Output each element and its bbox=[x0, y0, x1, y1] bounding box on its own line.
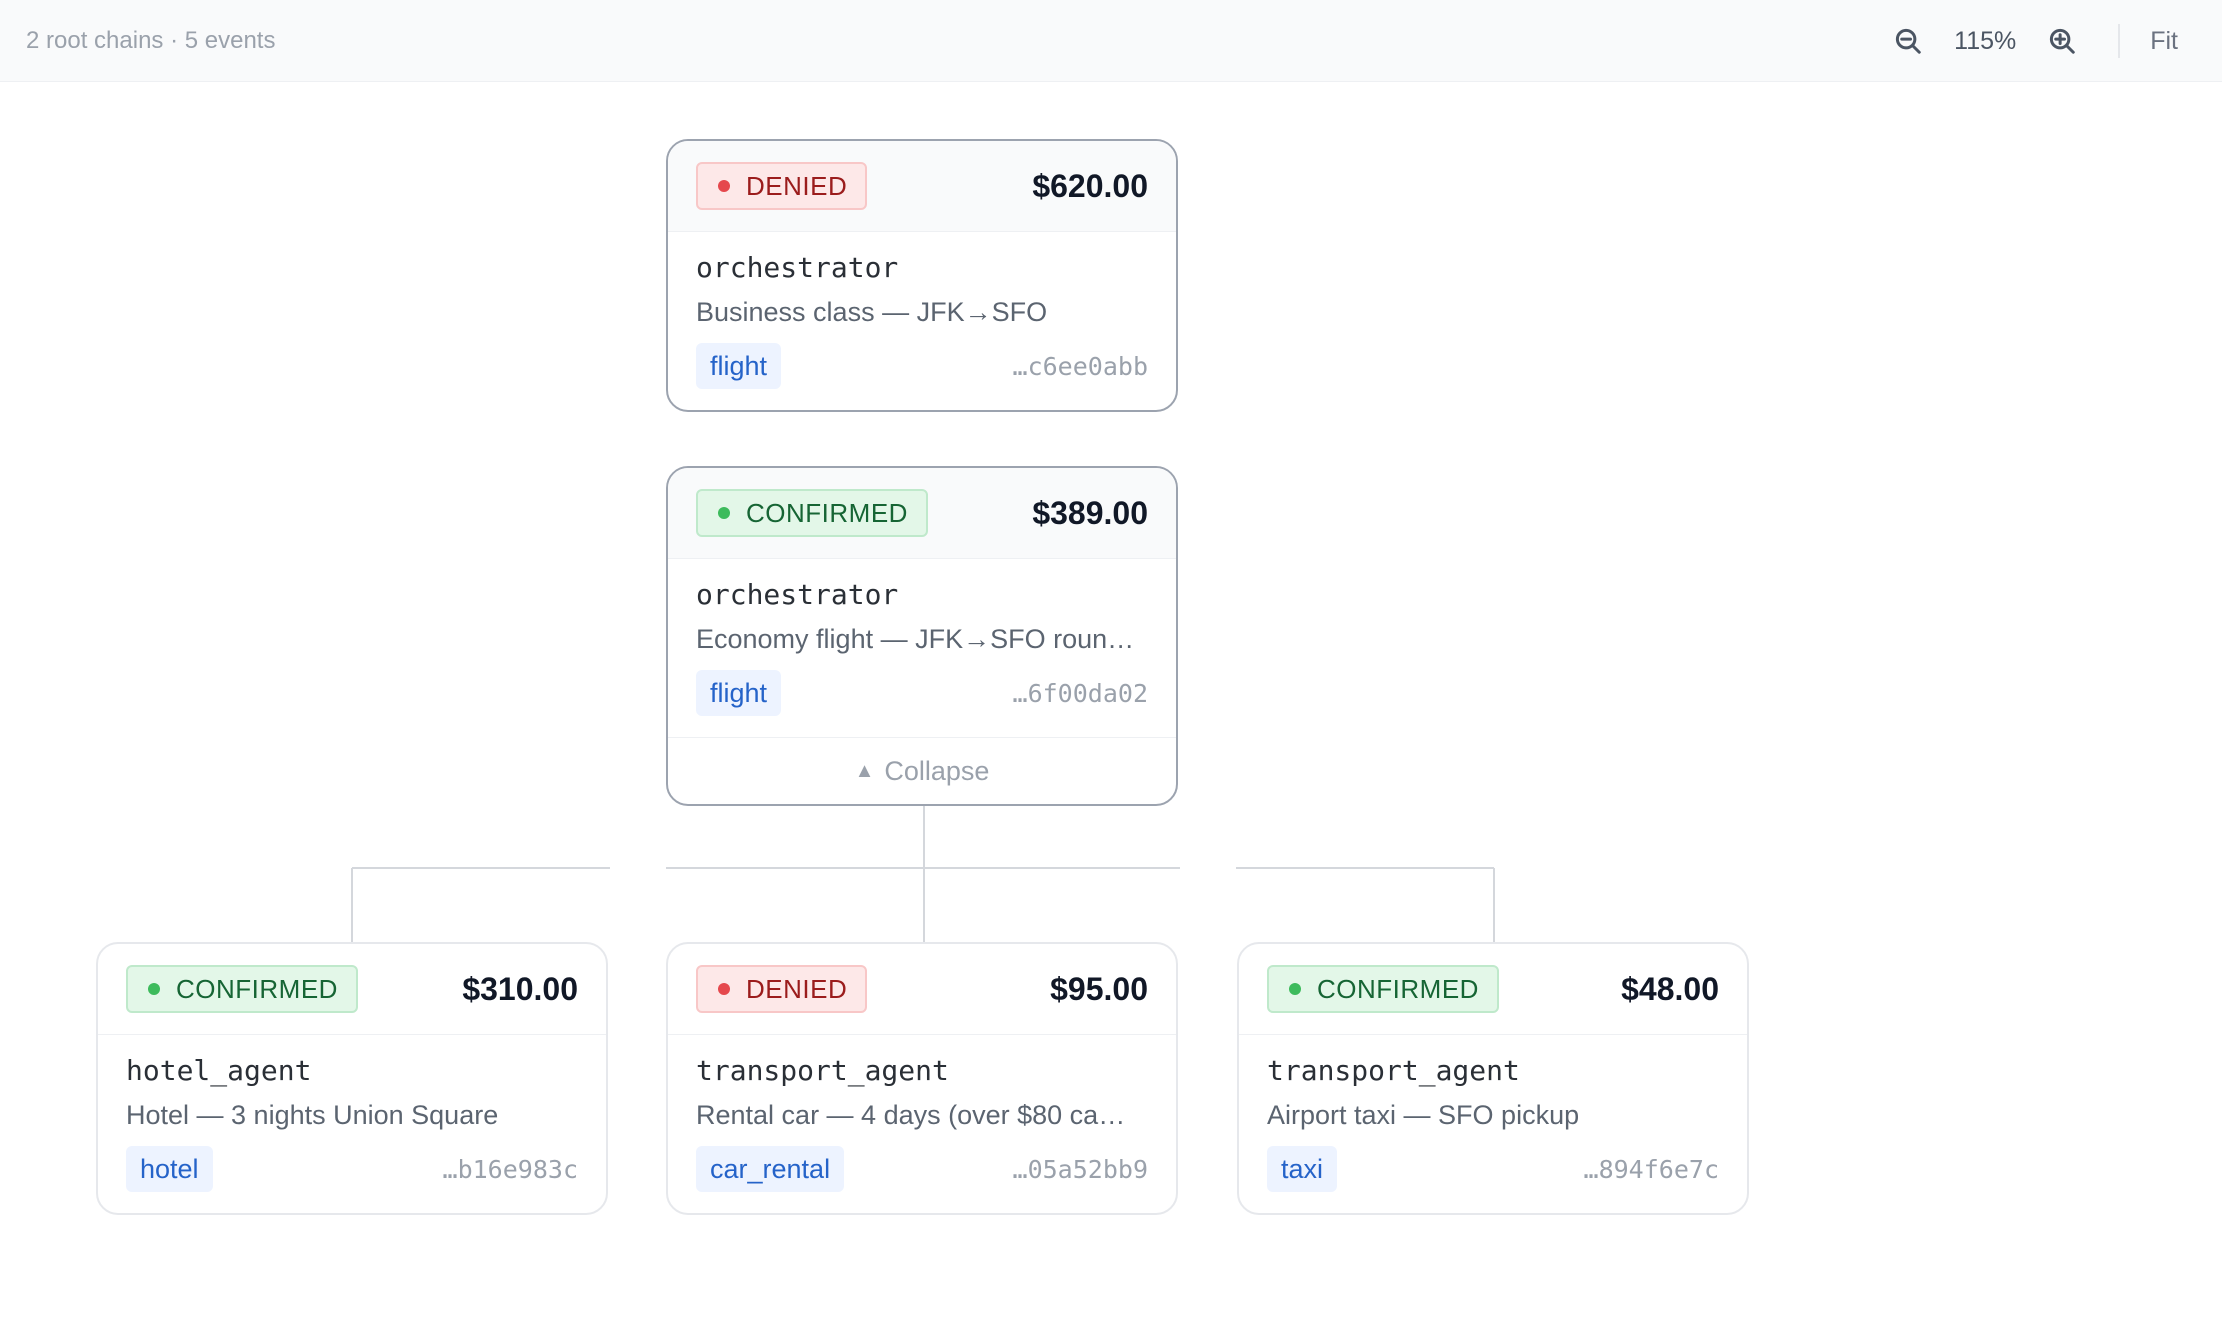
toolbar: 2 root chains · 5 events 115% Fit bbox=[0, 0, 2222, 82]
status-label: CONFIRMED bbox=[746, 497, 908, 528]
zoom-in-button[interactable] bbox=[2042, 21, 2082, 61]
event-card[interactable]: DENIED $95.00 transport_agent Rental car… bbox=[666, 942, 1178, 1215]
category-tag: car_rental bbox=[696, 1146, 845, 1192]
zoom-controls: 115% Fit bbox=[1888, 0, 2222, 82]
card-header: CONFIRMED $389.00 bbox=[668, 468, 1176, 559]
event-hash: …b16e983c bbox=[442, 1154, 578, 1184]
card-body: orchestrator Economy flight — JFK→SFO ro… bbox=[668, 559, 1176, 737]
card-meta: car_rental …05a52bb9 bbox=[696, 1145, 1148, 1193]
event-amount: $48.00 bbox=[1621, 970, 1719, 1007]
event-description: Airport taxi — SFO pickup bbox=[1267, 1100, 1580, 1130]
card-header: CONFIRMED $310.00 bbox=[98, 944, 606, 1035]
event-hash: …05a52bb9 bbox=[1012, 1154, 1148, 1184]
card-header: DENIED $95.00 bbox=[668, 944, 1176, 1035]
zoom-out-icon bbox=[1896, 28, 1921, 54]
toolbar-divider bbox=[2118, 24, 2121, 58]
status-badge: DENIED bbox=[696, 965, 868, 1013]
category-tag: flight bbox=[696, 343, 782, 389]
event-hash: …894f6e7c bbox=[1583, 1154, 1719, 1184]
status-label: CONFIRMED bbox=[1317, 973, 1479, 1004]
agent-name: transport_agent bbox=[696, 1054, 949, 1087]
event-amount: $310.00 bbox=[462, 970, 578, 1007]
category-tag: flight bbox=[696, 670, 782, 716]
card-meta: flight …c6ee0abb bbox=[696, 342, 1148, 390]
card-meta: flight …6f00da02 bbox=[696, 669, 1148, 717]
event-amount: $389.00 bbox=[1032, 494, 1148, 531]
chain-summary: 2 root chains · 5 events bbox=[26, 27, 276, 54]
status-label: DENIED bbox=[746, 170, 848, 201]
status-dot-icon bbox=[718, 983, 730, 995]
status-badge: CONFIRMED bbox=[1267, 965, 1499, 1013]
event-description: Business class — JFK→SFO bbox=[696, 297, 1048, 327]
agent-name: orchestrator bbox=[696, 578, 899, 611]
event-amount: $620.00 bbox=[1032, 167, 1148, 204]
category-tag: taxi bbox=[1267, 1146, 1338, 1192]
event-description: Economy flight — JFK→SFO roun… bbox=[696, 624, 1135, 654]
card-header: CONFIRMED $48.00 bbox=[1239, 944, 1747, 1035]
status-dot-icon bbox=[1289, 983, 1301, 995]
zoom-in-icon bbox=[2050, 28, 2075, 54]
agent-name: orchestrator bbox=[696, 251, 899, 284]
category-tag: hotel bbox=[126, 1146, 213, 1192]
status-badge: CONFIRMED bbox=[696, 489, 928, 537]
card-body: transport_agent Rental car — 4 days (ove… bbox=[668, 1035, 1176, 1213]
collapse-button[interactable]: ▲ Collapse bbox=[668, 737, 1176, 804]
event-hash: …6f00da02 bbox=[1012, 678, 1148, 708]
event-hash: …c6ee0abb bbox=[1012, 351, 1148, 381]
fit-button[interactable]: Fit bbox=[2150, 27, 2178, 56]
card-body: transport_agent Airport taxi — SFO picku… bbox=[1239, 1035, 1747, 1213]
card-body: orchestrator Business class — JFK→SFO fl… bbox=[668, 232, 1176, 410]
status-dot-icon bbox=[718, 180, 730, 192]
event-description: Hotel — 3 nights Union Square bbox=[126, 1100, 499, 1130]
status-dot-icon bbox=[718, 507, 730, 519]
card-meta: hotel …b16e983c bbox=[126, 1145, 578, 1193]
status-label: DENIED bbox=[746, 973, 848, 1004]
event-description: Rental car — 4 days (over $80 ca… bbox=[696, 1100, 1126, 1130]
triangle-up-icon: ▲ bbox=[854, 759, 875, 782]
event-card[interactable]: CONFIRMED $389.00 orchestrator Economy f… bbox=[666, 466, 1178, 806]
card-meta: taxi …894f6e7c bbox=[1267, 1145, 1719, 1193]
card-body: hotel_agent Hotel — 3 nights Union Squar… bbox=[98, 1035, 606, 1213]
status-label: CONFIRMED bbox=[176, 973, 338, 1004]
event-card[interactable]: CONFIRMED $48.00 transport_agent Airport… bbox=[1237, 942, 1749, 1215]
event-amount: $95.00 bbox=[1050, 970, 1148, 1007]
agent-name: hotel_agent bbox=[126, 1054, 312, 1087]
zoom-level: 115% bbox=[1954, 26, 2017, 55]
card-header: DENIED $620.00 bbox=[668, 141, 1176, 232]
collapse-label: Collapse bbox=[884, 755, 990, 786]
status-dot-icon bbox=[148, 983, 160, 995]
agent-name: transport_agent bbox=[1267, 1054, 1520, 1087]
event-card[interactable]: CONFIRMED $310.00 hotel_agent Hotel — 3 … bbox=[96, 942, 608, 1215]
status-badge: CONFIRMED bbox=[126, 965, 358, 1013]
zoom-out-button[interactable] bbox=[1888, 21, 1928, 61]
event-card[interactable]: DENIED $620.00 orchestrator Business cla… bbox=[666, 139, 1178, 412]
status-badge: DENIED bbox=[696, 162, 868, 210]
